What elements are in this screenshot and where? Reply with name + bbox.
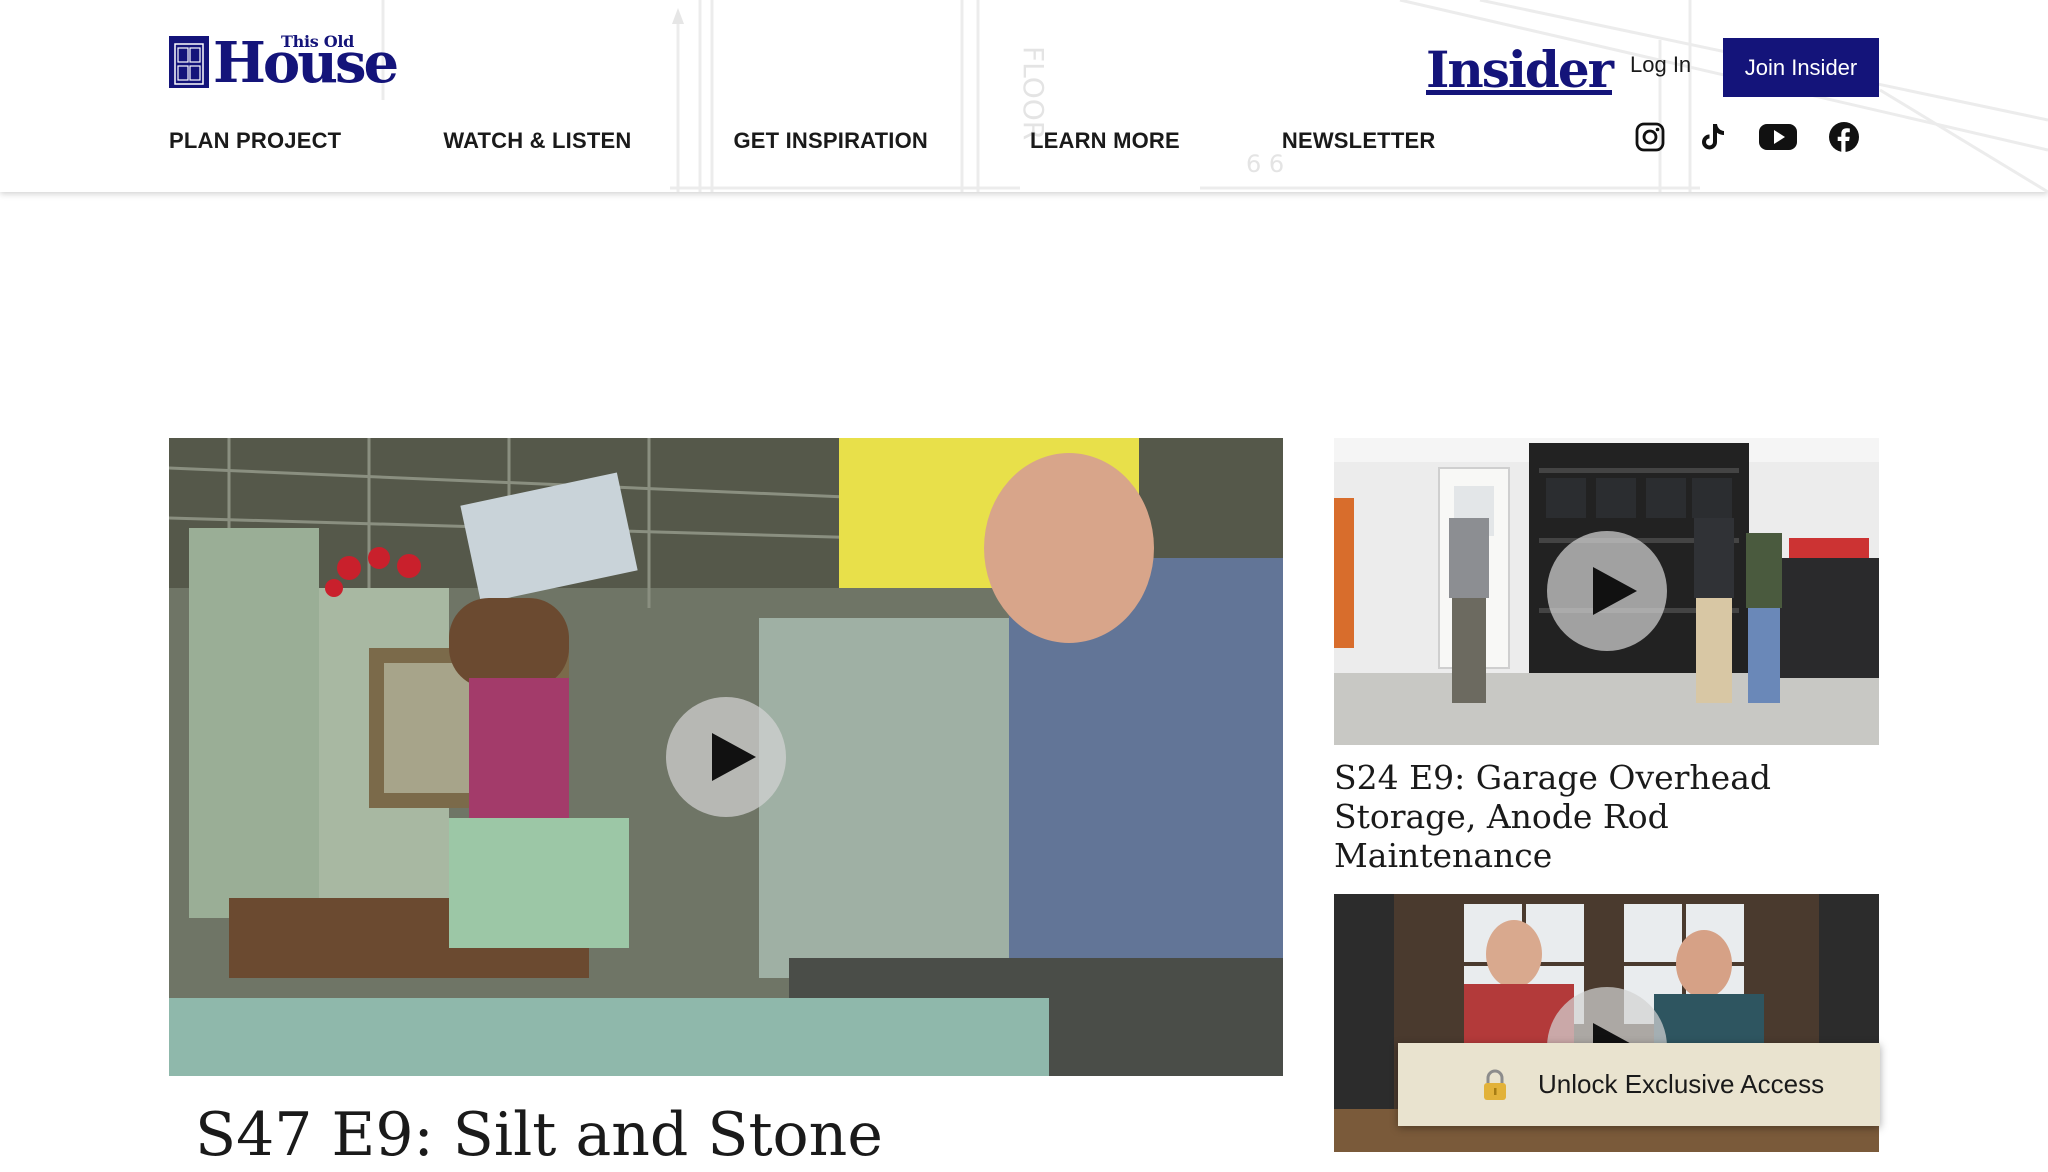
site-logo[interactable]: This Old House xyxy=(169,30,413,92)
instagram-link[interactable] xyxy=(1634,121,1666,153)
nav-item-watch-listen[interactable]: WATCH & LISTEN xyxy=(443,128,631,154)
site-header: FLOOR 6 6 This Old House Insider Log In … xyxy=(0,0,2048,192)
side-video-play-button-1[interactable] xyxy=(1547,531,1667,651)
nav-item-get-inspiration[interactable]: GET INSPIRATION xyxy=(733,128,928,154)
unlock-label: Unlock Exclusive Access xyxy=(1538,1069,1825,1099)
nav-item-newsletter[interactable]: NEWSLETTER xyxy=(1282,128,1436,154)
unlock-exclusive-access-button[interactable]: Unlock Exclusive Access xyxy=(1398,1043,1880,1126)
featured-video-title[interactable]: S47 E9: Silt and Stone xyxy=(195,1098,883,1172)
logo-big-text: House xyxy=(213,30,399,96)
nav-item-plan-project[interactable]: PLAN PROJECT xyxy=(169,128,341,154)
login-link[interactable]: Log In xyxy=(1630,52,1691,78)
instagram-icon xyxy=(1635,122,1665,152)
side-video-thumbnail-1[interactable] xyxy=(1334,438,1879,745)
featured-play-button[interactable] xyxy=(666,697,786,817)
social-links xyxy=(1634,121,1860,153)
tiktok-link[interactable] xyxy=(1696,121,1728,153)
insider-wordmark[interactable]: Insider xyxy=(1426,38,1614,102)
svg-text:6 6: 6 6 xyxy=(1246,150,1284,178)
svg-text:FLOOR: FLOOR xyxy=(1017,46,1050,140)
side-video-title-1[interactable]: S24 E9: Garage Overhead Storage, Anode R… xyxy=(1334,758,1894,875)
logo-wordmark: This Old House xyxy=(213,30,413,92)
lock-icon xyxy=(1484,1069,1506,1100)
featured-video-thumbnail[interactable] xyxy=(169,438,1283,1076)
nav-item-learn-more[interactable]: LEARN MORE xyxy=(1030,128,1180,154)
main-nav: PLAN PROJECT WATCH & LISTEN GET INSPIRAT… xyxy=(169,128,1435,154)
facebook-link[interactable] xyxy=(1828,121,1860,153)
youtube-link[interactable] xyxy=(1758,121,1798,153)
door-logo-icon xyxy=(169,36,209,88)
youtube-icon xyxy=(1759,124,1797,150)
tiktok-icon xyxy=(1702,124,1724,150)
facebook-icon xyxy=(1829,122,1859,152)
join-insider-button[interactable]: Join Insider xyxy=(1723,38,1879,97)
